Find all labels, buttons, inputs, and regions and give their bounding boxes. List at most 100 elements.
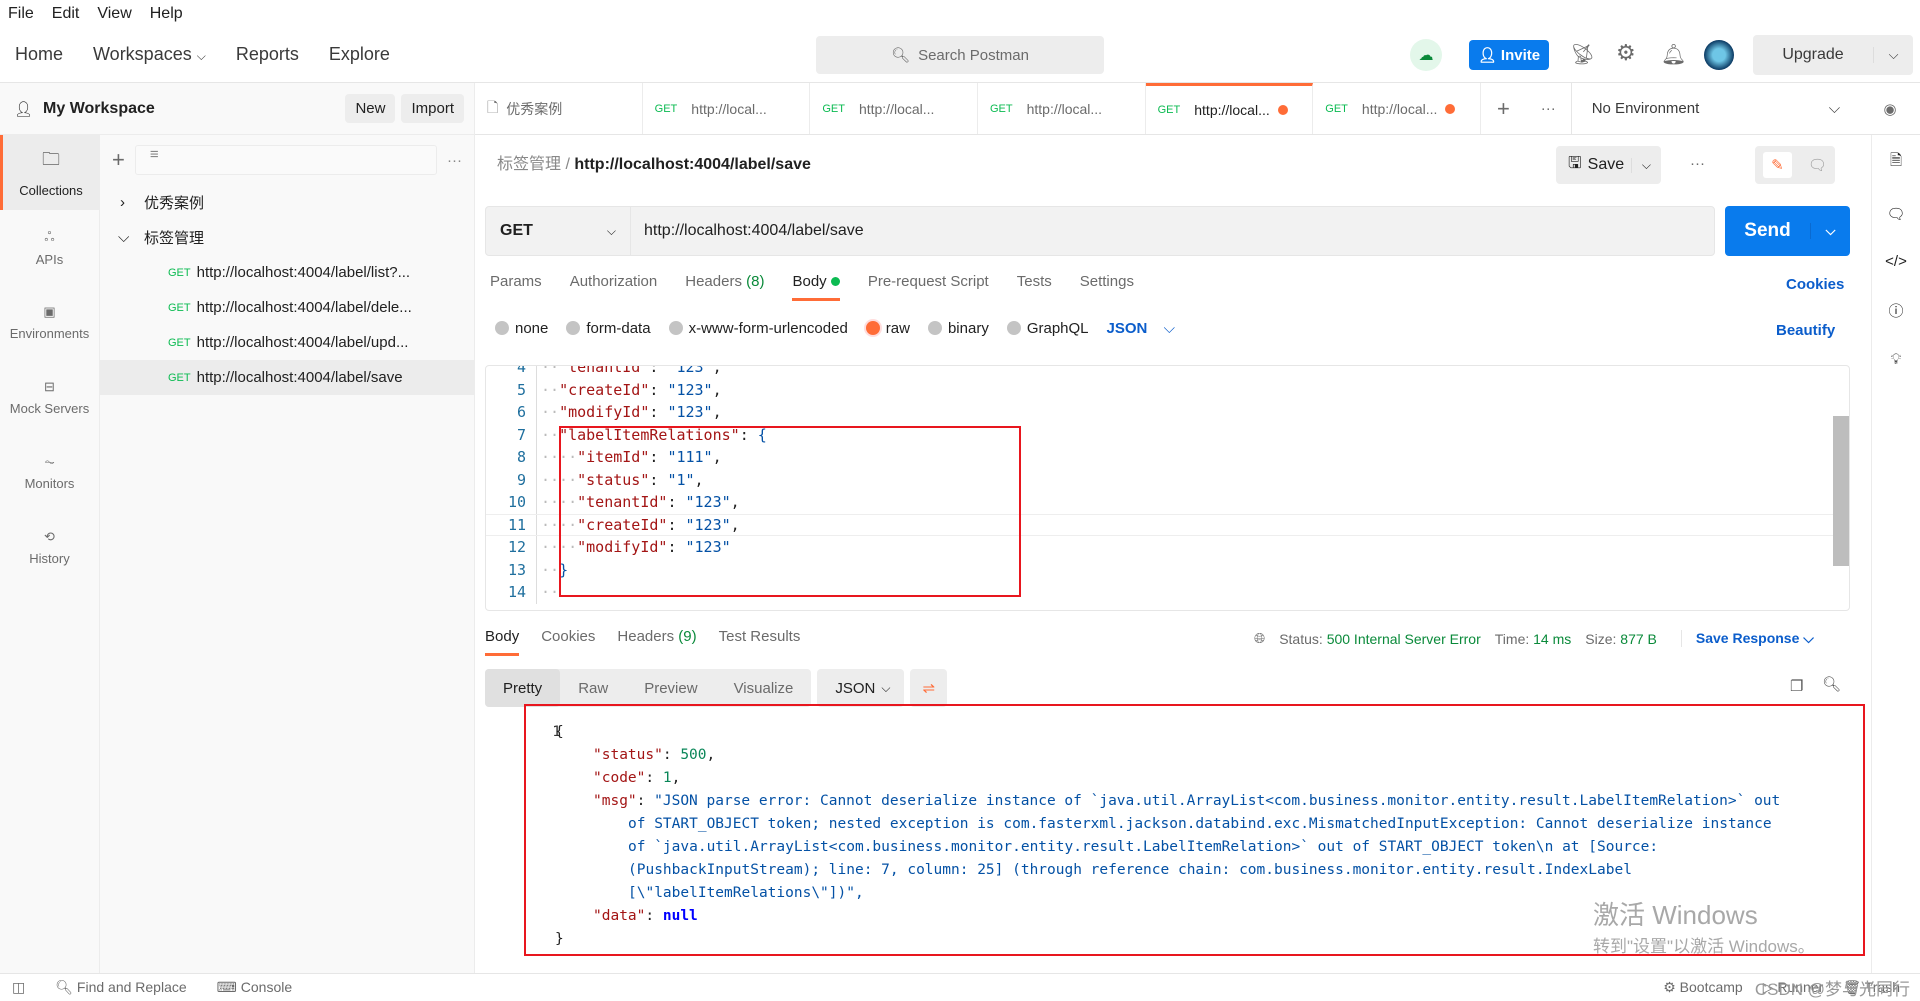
bootcamp-button[interactable]: ⚙ Bootcamp bbox=[1663, 979, 1743, 996]
collection-item[interactable]: ⌵ 标签管理 bbox=[100, 220, 474, 255]
menu-file[interactable]: File bbox=[8, 5, 34, 23]
json-value: "123" bbox=[667, 403, 713, 422]
bell-icon[interactable]: 🔔︎ bbox=[1661, 42, 1686, 67]
body-format-select[interactable]: JSON ⌵ bbox=[1107, 320, 1175, 337]
send-button[interactable]: Send ⌵ bbox=[1725, 206, 1850, 256]
nav-home[interactable]: Home bbox=[15, 44, 63, 65]
nav-explore[interactable]: Explore bbox=[329, 44, 390, 65]
satellite-icon[interactable]: 📡︎ bbox=[1570, 42, 1595, 67]
wrap-lines-icon[interactable]: ⇌ bbox=[910, 669, 948, 707]
rail-environments[interactable]: ▣ Environments bbox=[0, 285, 99, 360]
beautify-link[interactable]: Beautify bbox=[1776, 322, 1835, 339]
add-icon[interactable]: + bbox=[112, 147, 125, 173]
tab-authorization[interactable]: Authorization bbox=[570, 273, 658, 301]
filter-input[interactable]: ≡ bbox=[134, 145, 437, 175]
chevron-down-icon[interactable]: ⌵ bbox=[1810, 223, 1850, 239]
rail-mock-servers[interactable]: ⊟ Mock Servers bbox=[0, 360, 99, 435]
upgrade-button[interactable]: Upgrade ⌵ bbox=[1753, 35, 1913, 75]
find-replace-button[interactable]: 🔍︎ Find and Replace bbox=[55, 979, 186, 996]
new-button[interactable]: New bbox=[345, 94, 396, 123]
console-button[interactable]: ⌨ Console bbox=[217, 979, 292, 996]
tab-body[interactable]: Body bbox=[792, 273, 840, 301]
new-tab-icon[interactable]: + bbox=[1481, 83, 1526, 134]
info-icon[interactable]: ⓘ bbox=[1888, 300, 1903, 321]
tab-request[interactable]: GET http://local... bbox=[643, 83, 811, 134]
tab-pre-request-script[interactable]: Pre-request Script bbox=[868, 273, 989, 301]
menu-edit[interactable]: Edit bbox=[52, 5, 80, 23]
documentation-icon[interactable]: 🗎 bbox=[1890, 150, 1902, 175]
rail-collections[interactable]: 🗀 Collections bbox=[0, 135, 99, 210]
environment-select[interactable]: No Environment ⌵ bbox=[1570, 83, 1860, 134]
import-button[interactable]: Import bbox=[401, 94, 464, 123]
status: Status: 500 Internal Server Error bbox=[1279, 631, 1481, 647]
tab-response-body[interactable]: Body bbox=[485, 628, 520, 656]
nav-workspaces[interactable]: Workspaces ⌵ bbox=[93, 44, 206, 65]
rail-monitors[interactable]: ⏦ Monitors bbox=[0, 435, 99, 510]
editor-scrollbar[interactable] bbox=[1833, 416, 1849, 566]
code-icon[interactable]: </> bbox=[1885, 253, 1907, 270]
workspace-name[interactable]: My Workspace bbox=[43, 100, 345, 118]
tab-label: Headers bbox=[617, 628, 675, 645]
view-visualize[interactable]: Visualize bbox=[716, 680, 812, 697]
tab-request[interactable]: GET http://local... bbox=[1313, 83, 1481, 134]
request-item[interactable]: GET http://localhost:4004/label/list?... bbox=[100, 255, 474, 290]
view-raw[interactable]: Raw bbox=[560, 680, 626, 697]
radio-urlencoded[interactable]: x-www-form-urlencoded bbox=[668, 320, 848, 337]
radio-form-data[interactable]: form-data bbox=[566, 320, 651, 337]
url-bar: GET ⌵ http://localhost:4004/label/save bbox=[485, 206, 1715, 256]
menu-help[interactable]: Help bbox=[150, 5, 183, 23]
tab-tests[interactable]: Tests bbox=[1017, 273, 1052, 301]
lightbulb-icon[interactable]: 💡︎ bbox=[1891, 351, 1902, 368]
settings-icon[interactable]: ⚙ bbox=[1616, 40, 1636, 66]
avatar[interactable] bbox=[1704, 40, 1734, 70]
radio-raw[interactable]: raw bbox=[865, 320, 910, 337]
radio-label: form-data bbox=[586, 320, 651, 337]
tab-request[interactable]: GET http://local... bbox=[978, 83, 1146, 134]
url-input[interactable]: http://localhost:4004/label/save bbox=[631, 222, 1714, 240]
request-item-active[interactable]: GET http://localhost:4004/label/save bbox=[100, 360, 474, 395]
more-icon[interactable]: ··· bbox=[1690, 155, 1705, 172]
eye-icon[interactable]: ◉ bbox=[1860, 83, 1920, 134]
format-label: JSON bbox=[835, 679, 876, 697]
tab-params[interactable]: Params bbox=[490, 273, 542, 301]
collection-item[interactable]: › 优秀案例 bbox=[100, 185, 474, 220]
breadcrumb-parent[interactable]: 标签管理 bbox=[497, 156, 561, 173]
request-item[interactable]: GET http://localhost:4004/label/dele... bbox=[100, 290, 474, 325]
sync-status-icon[interactable]: ☁ bbox=[1410, 39, 1442, 71]
view-preview[interactable]: Preview bbox=[626, 680, 715, 697]
tab-request-active[interactable]: GET http://local... bbox=[1145, 83, 1314, 134]
save-response-button[interactable]: Save Response ⌵ bbox=[1680, 630, 1814, 647]
tab-request[interactable]: GET http://local... bbox=[810, 83, 978, 134]
radio-none[interactable]: none bbox=[495, 320, 548, 337]
cookies-link[interactable]: Cookies bbox=[1786, 276, 1844, 293]
chevron-down-icon[interactable]: ⌵ bbox=[1630, 157, 1661, 173]
tab-response-headers[interactable]: Headers (9) bbox=[617, 628, 696, 656]
tab-settings[interactable]: Settings bbox=[1080, 273, 1134, 301]
rail-apis[interactable]: ஃ APIs bbox=[0, 210, 99, 285]
comment-icon[interactable]: 🗨 bbox=[1808, 156, 1827, 174]
save-button[interactable]: 🖫 Save ⌵ bbox=[1556, 146, 1661, 184]
view-pretty[interactable]: Pretty bbox=[485, 669, 561, 707]
sidebar-toggle-icon[interactable]: ◫ bbox=[12, 979, 25, 996]
copy-icon[interactable]: ❐ bbox=[1790, 677, 1803, 695]
method-select[interactable]: GET ⌵ bbox=[486, 207, 631, 255]
rail-history[interactable]: ⟲ History bbox=[0, 510, 99, 585]
tab-response-cookies[interactable]: Cookies bbox=[541, 628, 595, 656]
tab-test-results[interactable]: Test Results bbox=[719, 628, 801, 656]
comments-icon[interactable]: 🗨 bbox=[1886, 205, 1905, 223]
tab-collection[interactable]: 🗋 优秀案例 bbox=[475, 83, 643, 134]
invite-button[interactable]: 👤︎ Invite bbox=[1469, 40, 1549, 70]
chevron-down-icon[interactable]: ⌵ bbox=[1873, 47, 1913, 63]
request-item[interactable]: GET http://localhost:4004/label/upd... bbox=[100, 325, 474, 360]
search-icon[interactable]: 🔍︎ bbox=[1822, 675, 1841, 693]
more-tabs-icon[interactable]: ··· bbox=[1526, 83, 1571, 134]
menu-view[interactable]: View bbox=[97, 5, 131, 23]
search-input[interactable]: 🔍︎ Search Postman bbox=[816, 36, 1104, 74]
tab-headers[interactable]: Headers (8) bbox=[685, 273, 764, 301]
nav-reports[interactable]: Reports bbox=[236, 44, 299, 65]
edit-icon[interactable]: ✎ bbox=[1763, 152, 1792, 178]
radio-graphql[interactable]: GraphQL bbox=[1006, 320, 1089, 337]
more-icon[interactable]: ··· bbox=[447, 152, 462, 169]
radio-binary[interactable]: binary bbox=[927, 320, 989, 337]
response-format-select[interactable]: JSON ⌵ bbox=[817, 669, 905, 707]
